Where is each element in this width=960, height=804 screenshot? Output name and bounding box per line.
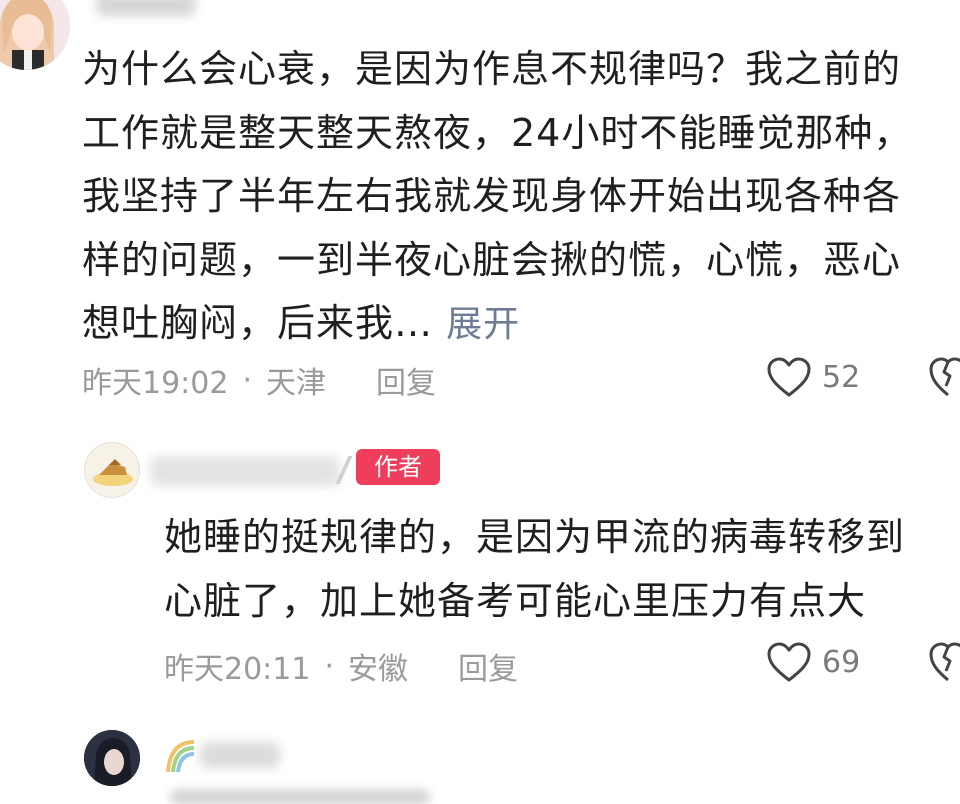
rainbow-icon bbox=[166, 738, 196, 774]
user-avatar[interactable] bbox=[84, 730, 140, 786]
heart-outline-icon bbox=[767, 642, 811, 682]
reply-location: 安徽 bbox=[348, 652, 409, 687]
reply-button[interactable]: 回复 bbox=[376, 358, 436, 402]
reply-meta: 昨天20:11 · 安徽 回复 bbox=[164, 644, 518, 688]
anime-portrait-icon bbox=[84, 730, 140, 786]
comment-body: 为什么会心衰，是因为作息不规律吗？我之前的 工作就是整天整天熬夜，24小时不能睡… bbox=[82, 38, 912, 357]
dislike-button[interactable] bbox=[928, 641, 960, 687]
author-avatar[interactable] bbox=[84, 442, 140, 498]
username-blurred[interactable] bbox=[96, 0, 196, 16]
comment-line: 我坚持了半年左右我就发现身体开始出现各种各 bbox=[82, 174, 902, 218]
reply-line: 心脏了，加上她备考可能心里压力有点大 bbox=[164, 578, 867, 623]
comment-time: 昨天19:02 bbox=[82, 366, 229, 401]
dislike-button[interactable] bbox=[928, 356, 960, 402]
author-badge: 作者 bbox=[356, 449, 440, 485]
comment-location: 天津 bbox=[266, 366, 327, 401]
username-blurred[interactable] bbox=[200, 742, 280, 768]
like-button[interactable]: 69 bbox=[766, 641, 860, 683]
like-count: 52 bbox=[822, 359, 861, 395]
comment-line-text: 想吐胸闷，后来我… bbox=[82, 301, 434, 345]
reply-text-blurred bbox=[170, 790, 430, 804]
meta-separator: · bbox=[324, 648, 335, 684]
comment-line: 样的问题，一到半夜心脏会揪的慌，心慌，恶心 bbox=[82, 237, 902, 282]
meta-separator: · bbox=[242, 362, 253, 398]
reply-time: 昨天20:11 bbox=[164, 652, 311, 687]
comment-line: 工作就是整天整天熬夜，24小时不能睡觉那种， bbox=[82, 110, 913, 155]
like-count: 69 bbox=[822, 644, 861, 680]
broken-heart-icon bbox=[929, 357, 960, 397]
author-username-blurred[interactable] bbox=[150, 456, 340, 486]
reply-body: 她睡的挺规律的，是因为甲流的病毒转移到 心脏了，加上她备考可能心里压力有点大 bbox=[164, 506, 905, 633]
comment-line: 想吐胸闷，后来我… 展开 bbox=[82, 292, 912, 357]
girl-portrait-icon bbox=[0, 0, 70, 70]
user-avatar[interactable] bbox=[0, 0, 70, 70]
broken-heart-icon bbox=[929, 642, 960, 682]
reply-line: 她睡的挺规律的，是因为甲流的病毒转移到 bbox=[164, 515, 906, 559]
comment-line: 为什么会心衰，是因为作息不规律吗？我之前的 bbox=[82, 47, 902, 91]
like-button[interactable]: 52 bbox=[766, 356, 860, 398]
food-plate-icon bbox=[85, 443, 139, 497]
comment-meta: 昨天19:02 · 天津 回复 bbox=[82, 358, 436, 402]
expand-link[interactable]: 展开 bbox=[446, 304, 520, 345]
heart-outline-icon bbox=[767, 357, 811, 397]
reply-button[interactable]: 回复 bbox=[458, 644, 518, 688]
